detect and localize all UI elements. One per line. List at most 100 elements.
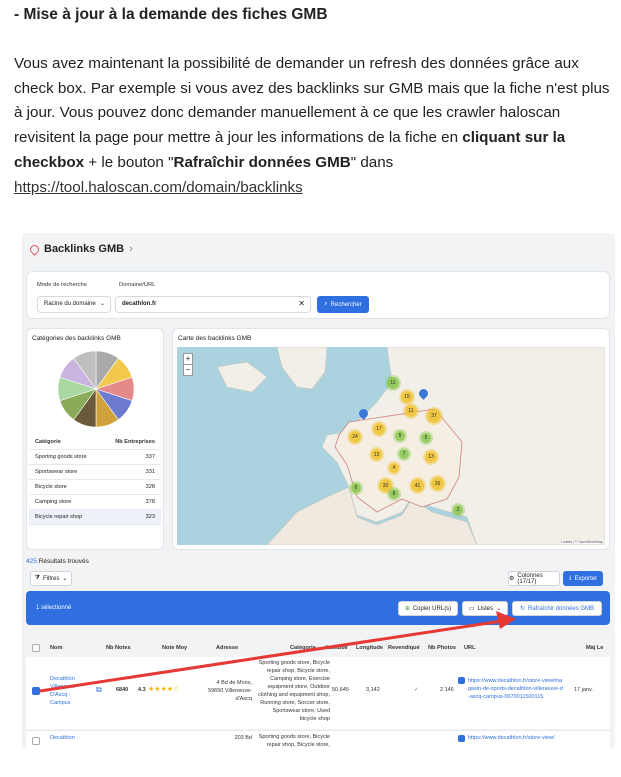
map-cluster[interactable]: 13 [371, 449, 382, 460]
export-button[interactable]: ⤓ Exporter [563, 571, 603, 586]
chevron-down-icon: ⌄ [99, 301, 105, 307]
cell-count: 323 [101, 509, 161, 525]
map-cluster[interactable]: 26 [431, 477, 444, 490]
map-cluster[interactable]: 5 [421, 433, 431, 443]
domain-input[interactable]: decathlon.fr ✕ [115, 296, 311, 313]
search-card: Mode de recherche Racine du domaine ⌄ Do… [26, 271, 610, 319]
app-screenshot: Backlinks GMB › Mode de recherche Racine… [22, 233, 615, 749]
row-name-link[interactable]: Decathlon Villeneuve D'Ascq - Campus [50, 675, 92, 707]
chevron-right-icon: › [129, 243, 133, 255]
refresh-gmb-label: Rafraîchir données GMB [528, 605, 595, 612]
map-cluster[interactable]: 24 [349, 431, 361, 443]
selection-bar: 1 sélectionné ⊕ Copier URL(s) ▭ Listes ⌄… [26, 591, 610, 625]
header-maj-le[interactable]: Màj Le [586, 645, 603, 651]
header-longitude[interactable]: Longitude [356, 645, 383, 651]
filters-label: Filtres [42, 575, 60, 582]
map-cluster[interactable]: 2 [453, 505, 463, 515]
header-nb-notes[interactable]: Nb Notes [106, 645, 131, 651]
mode-select-value: Racine du domaine [44, 301, 96, 307]
cell-category: Sportswear store [29, 464, 102, 480]
filters-button[interactable]: ⧩ Filtres ⌄ [30, 571, 72, 586]
cell-category: Bicycle store [29, 479, 102, 495]
zoom-in-button[interactable]: + [184, 354, 192, 365]
row-url-link[interactable]: https://www.decathlon.fr/store-view/ [468, 735, 564, 741]
article-heading: - Mise à jour à la demande des fiches GM… [14, 6, 328, 23]
url-checkbox-icon [458, 677, 465, 684]
map-cluster[interactable]: 37 [427, 409, 441, 423]
results-number: 425 [26, 558, 37, 565]
chevron-down-icon: ⌄ [62, 576, 68, 582]
map-cluster[interactable]: 11 [387, 377, 399, 389]
row-url-link[interactable]: https://www.decathlon.fr/store-view/maga… [468, 677, 564, 701]
map-view[interactable]: + − 11 15 37 11 24 17 5 13 7 5 13 4 30 4… [177, 347, 605, 545]
row-lng: 3,142 [366, 687, 380, 693]
table-row: Camping store 378 [29, 494, 161, 510]
map-cluster[interactable]: 5 [395, 431, 405, 441]
download-icon: ⤓ [568, 575, 572, 581]
col-category: Catégorie [29, 435, 102, 450]
header-revendique[interactable]: Revendiqué [388, 645, 420, 651]
header-latitude[interactable]: Latitude [326, 645, 348, 651]
map-cluster[interactable]: 17 [373, 423, 385, 435]
lists-button[interactable]: ▭ Listes ⌄ [462, 601, 508, 616]
header-categorie[interactable]: Catégorie [290, 645, 316, 651]
export-label: Exporter [574, 575, 598, 582]
row-name-link[interactable]: Decathlon [50, 735, 75, 741]
search-button[interactable]: ⌕ Rechercher [317, 296, 369, 313]
header-note-moy[interactable]: Note Moy [162, 645, 187, 651]
mode-label: Mode de recherche [37, 282, 87, 288]
categories-table: Catégorie Nb Entreprises Sporting goods … [29, 435, 161, 525]
refresh-gmb-button[interactable]: ↻ Rafraîchir données GMB [512, 601, 602, 616]
map-cluster[interactable]: 7 [399, 449, 409, 459]
breadcrumb: Backlinks GMB › [28, 242, 133, 256]
zoom-out-button[interactable]: − [184, 365, 192, 375]
zoom-controls: + − [183, 353, 193, 376]
row-updated: 17 janv. [574, 687, 593, 693]
map-cluster[interactable]: 11 [405, 405, 417, 417]
cell-count: 328 [101, 479, 161, 495]
categories-card: Catégories des backlinks GMB Catégorie N… [26, 328, 164, 550]
map-cluster[interactable]: 13 [425, 451, 437, 463]
star-rating: ★★★★☆ [148, 686, 180, 693]
folder-icon: ▭ [468, 606, 475, 612]
refresh-icon: ↻ [519, 606, 525, 612]
results-count: 425 Résultats trouvés [26, 558, 89, 565]
header-nb-photos[interactable]: Nb Photos [428, 645, 456, 651]
map-cluster[interactable]: 41 [411, 479, 424, 492]
row-address: 4 Bd de Mons, 59650 Villeneuve-d'Ascq [208, 680, 252, 702]
table-row: Decathlon Villeneuve D'Ascq - Campus ⧉ 6… [26, 657, 610, 729]
backlinks-link[interactable]: https://tool.haloscan.com/domain/backlin… [14, 179, 303, 196]
map-cluster[interactable]: 6 [351, 483, 361, 493]
map-cluster[interactable]: 8 [389, 489, 399, 499]
copy-urls-button[interactable]: ⊕ Copier URL(s) [398, 601, 458, 616]
header-adresse[interactable]: Adresse [216, 645, 238, 651]
search-button-label: Rechercher [330, 301, 362, 308]
categories-table-header: Catégorie Nb Entreprises [29, 435, 161, 450]
copy-urls-label: Copier URL(s) [412, 605, 452, 612]
map-card: Carte des backlinks GMB + − 11 15 37 11 … [172, 328, 610, 550]
paragraph-text-2: + le bouton " [84, 153, 174, 171]
columns-label: Colonnes (17/17) [517, 572, 543, 585]
row-checkbox[interactable] [32, 737, 40, 745]
map-cluster[interactable]: 4 [389, 463, 399, 473]
map-pin-icon [28, 242, 41, 256]
chevron-down-icon: ⌄ [496, 606, 502, 612]
header-nom[interactable]: Nom [50, 645, 62, 651]
claimed-check-icon: ✓ [414, 687, 419, 693]
domain-input-value: decathlon.fr [122, 301, 157, 307]
cell-category: Sporting goods store [29, 449, 102, 465]
row-lat: 50,645 [332, 687, 349, 693]
mode-select[interactable]: Racine du domaine ⌄ [37, 296, 111, 313]
select-all-checkbox[interactable] [32, 644, 40, 652]
clear-icon[interactable]: ✕ [298, 299, 305, 308]
columns-button[interactable]: ⚙ Colonnes (17/17) [508, 571, 560, 586]
row-checkbox[interactable] [32, 687, 40, 695]
header-url[interactable]: URL [464, 645, 476, 651]
copy-icon: ⊕ [404, 606, 410, 612]
row-photos: 2 146 [440, 687, 454, 693]
map-cluster[interactable]: 15 [401, 391, 413, 403]
row-category: Sporting goods store, Bicycle repair sho… [258, 734, 330, 748]
filter-icon: ⧩ [34, 575, 40, 581]
external-link-icon[interactable]: ⧉ [96, 685, 102, 695]
table-row: Sportswear store 331 [29, 464, 161, 480]
